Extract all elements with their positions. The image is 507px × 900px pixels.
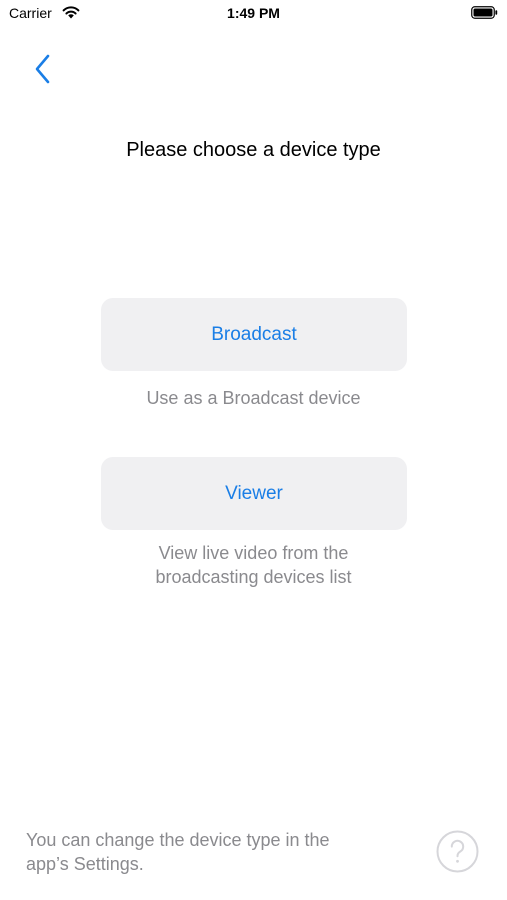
footer-note-line-1: You can change the device type in the	[26, 830, 330, 850]
help-button[interactable]	[436, 830, 479, 873]
status-time: 1:49 PM	[227, 5, 280, 21]
question-mark-circle-icon	[436, 830, 479, 873]
viewer-caption: View live video from the broadcasting de…	[0, 541, 507, 589]
broadcast-button[interactable]: Broadcast	[101, 298, 407, 371]
chevron-left-icon	[35, 54, 50, 84]
broadcast-caption: Use as a Broadcast device	[0, 386, 507, 410]
footer-note: You can change the device type in the ap…	[26, 828, 406, 876]
viewer-button[interactable]: Viewer	[101, 457, 407, 530]
viewer-caption-line-2: broadcasting devices list	[155, 567, 352, 587]
footer-note-line-2: app’s Settings.	[26, 854, 144, 874]
back-button[interactable]	[28, 50, 58, 88]
battery-icon	[471, 6, 498, 19]
broadcast-caption-line: Use as a Broadcast device	[146, 388, 361, 408]
status-bar: Carrier 1:49 PM	[0, 0, 507, 28]
viewer-caption-line-1: View live video from the	[158, 543, 349, 563]
page-title: Please choose a device type	[126, 139, 381, 161]
